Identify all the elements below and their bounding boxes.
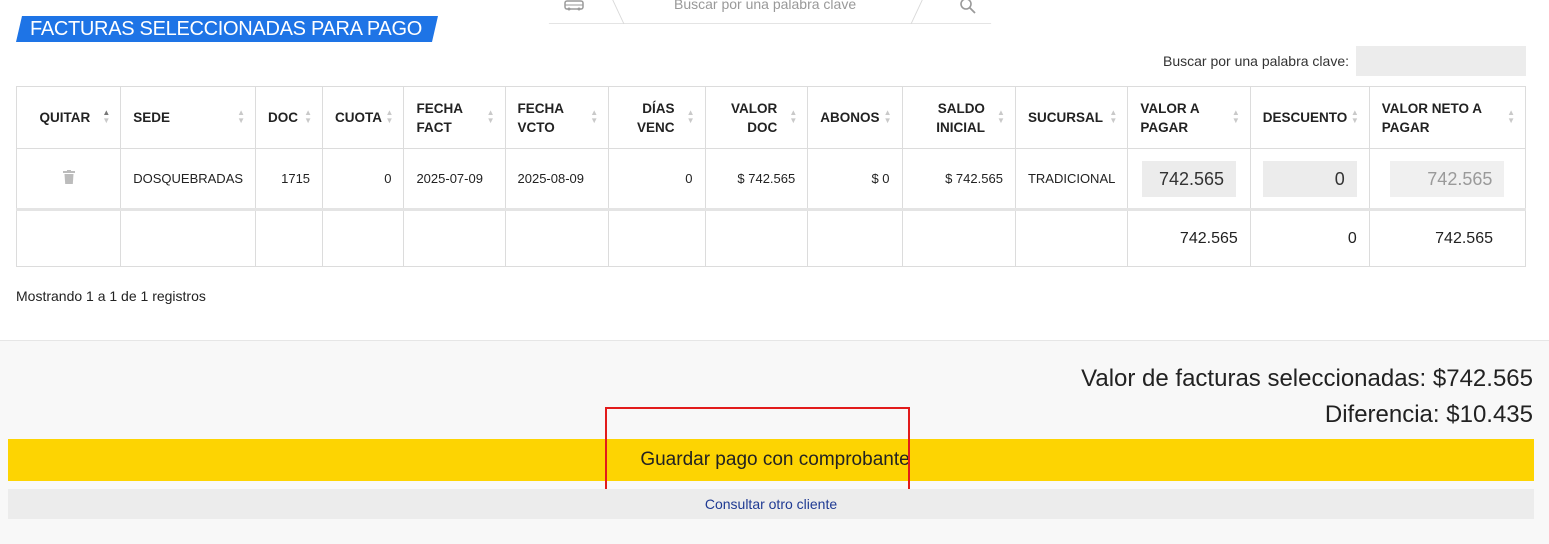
col-header-saldo-inicial[interactable]: SALDO INICIAL ▲ ▼: [901, 86, 1016, 149]
save-payment-label: Guardar pago con comprobante: [640, 449, 910, 470]
table-header-row: QUITAR ▲ ▼ SEDE ▲ ▼ DOC ▲ ▼ CUOTA ▲ ▼ FECHA FACT ▲…: [15, 86, 1527, 149]
records-info: Mostrando 1 a 1 de 1 registros: [16, 288, 206, 304]
sort-icon: ▲ ▼: [237, 108, 246, 125]
selected-invoices-total: Valor de facturas seleccionadas: $742.56…: [1081, 365, 1533, 392]
col-header-fecha-vcto[interactable]: FECHA VCTO ▲ ▼: [504, 86, 610, 149]
sort-icon: ▲ ▼: [385, 108, 394, 125]
total-valor-pagar: 742.565: [1127, 208, 1251, 267]
cell-cuota: 0: [322, 148, 405, 210]
sort-icon: ▲ ▼: [590, 108, 599, 125]
table-totals-row: 742.565 0 742.565: [15, 208, 1527, 267]
sort-icon: ▲ ▼: [102, 108, 111, 125]
table-row: DOSQUEBRADAS 1715 0 2025-07-09 2025-08-0…: [15, 148, 1527, 210]
search-icon[interactable]: [958, 0, 978, 14]
cell-abonos: $ 0: [807, 148, 903, 210]
top-search-input[interactable]: Buscar por una palabra clave: [674, 0, 856, 12]
col-header-fecha-fact[interactable]: FECHA FACT ▲ ▼: [403, 86, 506, 149]
total-valor-neto: 742.565: [1368, 208, 1527, 267]
cell-valor-pagar: 742.565: [1127, 148, 1251, 210]
cell-valor-doc: $ 742.565: [704, 148, 809, 210]
valor-pagar-input[interactable]: 742.565: [1142, 160, 1237, 197]
col-header-descuento[interactable]: DESCUENTO ▲ ▼: [1249, 86, 1370, 149]
col-header-sucursal[interactable]: SUCURSAL ▲ ▼: [1014, 86, 1129, 149]
col-header-quitar[interactable]: QUITAR ▲ ▼: [15, 86, 122, 149]
sort-icon: ▲ ▼: [486, 108, 495, 125]
col-header-valor-doc[interactable]: VALOR DOC ▲ ▼: [704, 86, 809, 149]
search-input[interactable]: [1356, 46, 1526, 76]
save-payment-button[interactable]: Guardar pago con comprobante: [8, 439, 1534, 481]
descuento-input[interactable]: 0: [1262, 160, 1357, 197]
sort-icon: ▲ ▼: [883, 108, 892, 125]
col-header-cuota[interactable]: CUOTA ▲ ▼: [322, 86, 405, 149]
table-search: Buscar por una palabra clave:: [1163, 46, 1526, 76]
col-header-valor-pagar[interactable]: VALOR A PAGAR ▲ ▼: [1127, 86, 1251, 149]
col-header-abonos[interactable]: ABONOS ▲ ▼: [807, 86, 903, 149]
sort-icon: ▲ ▼: [1350, 108, 1359, 125]
sort-icon: ▲ ▼: [1231, 108, 1240, 125]
sort-icon: ▲ ▼: [304, 108, 313, 125]
cell-doc: 1715: [255, 148, 324, 210]
sort-icon: ▲ ▼: [686, 108, 695, 125]
payment-summary-panel: Valor de facturas seleccionadas: $742.56…: [0, 340, 1549, 544]
other-client-button[interactable]: Consultar otro cliente: [8, 489, 1534, 519]
col-header-dias-venc[interactable]: DÍAS VENC ▲ ▼: [608, 86, 706, 149]
sort-icon: ▲ ▼: [1109, 108, 1118, 125]
sort-icon: ▲ ▼: [997, 108, 1005, 125]
valor-neto-input: 742.565: [1390, 160, 1505, 197]
col-header-sede[interactable]: SEDE ▲ ▼: [120, 86, 257, 149]
trash-icon[interactable]: [62, 170, 75, 184]
cell-fecha-vcto: 2025-08-09: [504, 148, 610, 210]
col-header-doc[interactable]: DOC ▲ ▼: [255, 86, 324, 149]
cell-sucursal: TRADICIONAL: [1014, 148, 1129, 210]
cell-descuento: 0: [1249, 148, 1370, 210]
cell-valor-neto: 742.565: [1368, 148, 1527, 210]
search-label: Buscar por una palabra clave:: [1163, 53, 1349, 69]
cell-sede: DOSQUEBRADAS: [120, 148, 257, 210]
difference-total: Diferencia: $10.435: [1324, 401, 1533, 428]
car-icon[interactable]: [563, 0, 585, 12]
cell-saldo-inicial: $ 742.565: [901, 148, 1016, 210]
top-search-bar: Buscar por una palabra clave: [530, 0, 1010, 24]
sort-icon: ▲ ▼: [789, 108, 798, 125]
sort-icon: ▲ ▼: [1507, 108, 1515, 125]
cell-fecha-fact: 2025-07-09: [403, 148, 506, 210]
total-descuento: 0: [1249, 208, 1370, 267]
invoices-table: QUITAR ▲ ▼ SEDE ▲ ▼ DOC ▲ ▼ CUOTA ▲ ▼ FECHA FACT ▲…: [15, 86, 1527, 267]
col-header-valor-neto[interactable]: VALOR NETO A PAGAR ▲ ▼: [1368, 86, 1527, 149]
page-title: FACTURAS SELECCIONADAS PARA PAGO: [16, 16, 438, 42]
remove-cell: [15, 148, 122, 210]
cell-dias-venc: 0: [608, 148, 706, 210]
